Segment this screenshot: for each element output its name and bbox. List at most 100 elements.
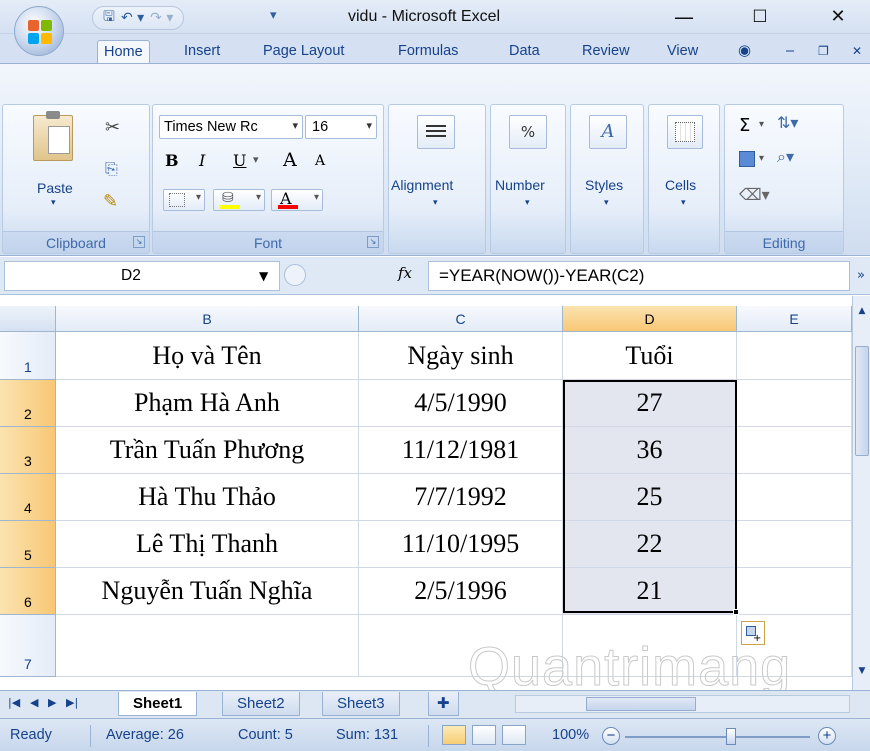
- styles-group[interactable]: A Styles ▾: [570, 104, 644, 254]
- cut-icon[interactable]: ✂: [105, 117, 120, 138]
- clear-icon[interactable]: ⌫▾: [739, 185, 770, 204]
- row-header[interactable]: 1: [0, 332, 56, 380]
- scroll-down-icon[interactable]: ▼: [855, 666, 869, 678]
- scroll-up-icon[interactable]: ▲: [855, 306, 869, 318]
- page-break-view-button[interactable]: [502, 725, 526, 745]
- vertical-scroll-thumb[interactable]: [855, 346, 869, 456]
- page-layout-view-button[interactable]: [472, 725, 496, 745]
- cell-e2[interactable]: [737, 380, 852, 427]
- chevron-down-icon[interactable]: ▼: [259, 269, 268, 283]
- cell-b3[interactable]: Trần Tuấn Phương: [56, 427, 359, 474]
- clipboard-launcher-icon[interactable]: ↘: [133, 236, 145, 248]
- cell-c3[interactable]: 11/12/1981: [359, 427, 563, 474]
- grow-font-button[interactable]: A: [283, 149, 297, 171]
- fill-handle[interactable]: [733, 609, 739, 615]
- column-header-d[interactable]: D: [563, 306, 737, 332]
- cell-b7[interactable]: [56, 615, 359, 677]
- underline-dropdown-icon[interactable]: ▾: [253, 153, 259, 166]
- sort-filter-icon[interactable]: ⇅▾: [777, 113, 798, 132]
- name-box[interactable]: D2 ▼: [4, 261, 280, 291]
- tab-formulas[interactable]: Formulas: [398, 40, 458, 64]
- format-painter-icon[interactable]: ✎: [103, 191, 118, 212]
- cell-d5[interactable]: 22: [563, 521, 737, 568]
- find-select-icon[interactable]: ⌕▾: [777, 147, 794, 167]
- cell-d2[interactable]: 27: [563, 380, 737, 427]
- copy-icon[interactable]: ⎘: [105, 159, 118, 179]
- customize-qat-button[interactable]: ▾: [270, 8, 277, 23]
- maximize-button[interactable]: ☐: [740, 4, 780, 30]
- borders-button[interactable]: ▾: [163, 189, 205, 211]
- tab-page-layout[interactable]: Page Layout: [263, 40, 344, 64]
- horizontal-scroll-thumb[interactable]: [586, 697, 696, 711]
- paste-dropdown-icon[interactable]: ▾: [51, 197, 56, 208]
- row-header[interactable]: 2: [0, 380, 56, 427]
- ribbon-restore-icon[interactable]: ❐: [818, 40, 829, 64]
- undo-icon[interactable]: ↶ ▾: [121, 10, 144, 26]
- sheet-tab-3[interactable]: Sheet3: [322, 692, 400, 716]
- cell-c6[interactable]: 2/5/1996: [359, 568, 563, 615]
- alignment-group[interactable]: Alignment ▾: [388, 104, 486, 254]
- cell-c1[interactable]: Ngày sinh: [359, 332, 563, 380]
- cell-c5[interactable]: 11/10/1995: [359, 521, 563, 568]
- sheet-tab-1[interactable]: Sheet1: [118, 692, 198, 716]
- font-color-button[interactable]: A ▾: [271, 189, 323, 211]
- cell-e6[interactable]: [737, 568, 852, 615]
- cell-b6[interactable]: Nguyễn Tuấn Nghĩa: [56, 568, 359, 615]
- cell-b1[interactable]: Họ và Tên: [56, 332, 359, 380]
- font-launcher-icon[interactable]: ↘: [367, 236, 379, 248]
- close-button[interactable]: ✕: [818, 4, 858, 30]
- tab-review[interactable]: Review: [582, 40, 630, 64]
- tab-insert[interactable]: Insert: [184, 40, 220, 64]
- zoom-slider-track[interactable]: [625, 736, 810, 738]
- horizontal-scrollbar[interactable]: [515, 695, 850, 713]
- font-name-select[interactable]: Times New Rc ▾: [159, 115, 303, 139]
- office-button[interactable]: [14, 6, 64, 56]
- cell-c2[interactable]: 4/5/1990: [359, 380, 563, 427]
- italic-button[interactable]: I: [199, 151, 205, 170]
- cell-b2[interactable]: Phạm Hà Anh: [56, 380, 359, 427]
- zoom-slider-thumb[interactable]: [726, 728, 736, 745]
- row-header[interactable]: 4: [0, 474, 56, 521]
- autosum-button[interactable]: Σ: [739, 115, 750, 136]
- paste-icon[interactable]: [33, 111, 73, 161]
- cell-b5[interactable]: Lê Thị Thanh: [56, 521, 359, 568]
- font-size-select[interactable]: 16 ▾: [305, 115, 377, 139]
- last-sheet-icon[interactable]: ▶|: [66, 696, 78, 709]
- cell-e3[interactable]: [737, 427, 852, 474]
- cell-b4[interactable]: Hà Thu Thảo: [56, 474, 359, 521]
- row-header[interactable]: 5: [0, 521, 56, 568]
- column-header-b[interactable]: B: [56, 306, 359, 332]
- chevron-down-icon[interactable]: ▾: [759, 119, 764, 130]
- help-icon[interactable]: ◉: [738, 40, 751, 64]
- cell-e5[interactable]: [737, 521, 852, 568]
- cell-d4[interactable]: 25: [563, 474, 737, 521]
- cell-e4[interactable]: [737, 474, 852, 521]
- underline-button[interactable]: U: [233, 151, 246, 170]
- cell-e1[interactable]: [737, 332, 852, 380]
- fill-down-icon[interactable]: [739, 151, 755, 167]
- paste-label[interactable]: Paste: [37, 180, 73, 196]
- expand-formula-bar-icon[interactable]: »: [852, 261, 870, 291]
- cell-c4[interactable]: 7/7/1992: [359, 474, 563, 521]
- fill-color-button[interactable]: ⛁ ▾: [213, 189, 265, 211]
- formula-bar-splitter-icon[interactable]: [284, 264, 306, 286]
- tab-home[interactable]: Home: [97, 40, 150, 64]
- bold-button[interactable]: B: [165, 151, 179, 170]
- vertical-scrollbar[interactable]: ▲ ▼: [852, 296, 870, 690]
- ribbon-close-icon[interactable]: ✕: [852, 40, 862, 64]
- chevron-down-icon[interactable]: ▾: [759, 153, 764, 164]
- redo-icon[interactable]: ↷ ▾: [150, 10, 173, 26]
- normal-view-button[interactable]: [442, 725, 466, 745]
- next-sheet-icon[interactable]: ▶: [48, 696, 56, 709]
- prev-sheet-icon[interactable]: ◀: [30, 696, 38, 709]
- sheet-tab-2[interactable]: Sheet2: [222, 692, 300, 716]
- select-all-corner[interactable]: [0, 306, 56, 332]
- zoom-level[interactable]: 100%: [552, 727, 589, 743]
- save-icon[interactable]: 🖫: [103, 6, 115, 30]
- insert-function-button[interactable]: fx: [398, 264, 412, 282]
- cell-d1[interactable]: Tuổi: [563, 332, 737, 380]
- zoom-in-button[interactable]: +: [818, 727, 836, 745]
- cell-d6[interactable]: 21: [563, 568, 737, 615]
- number-group[interactable]: % Number ▾: [490, 104, 566, 254]
- cell-d3[interactable]: 36: [563, 427, 737, 474]
